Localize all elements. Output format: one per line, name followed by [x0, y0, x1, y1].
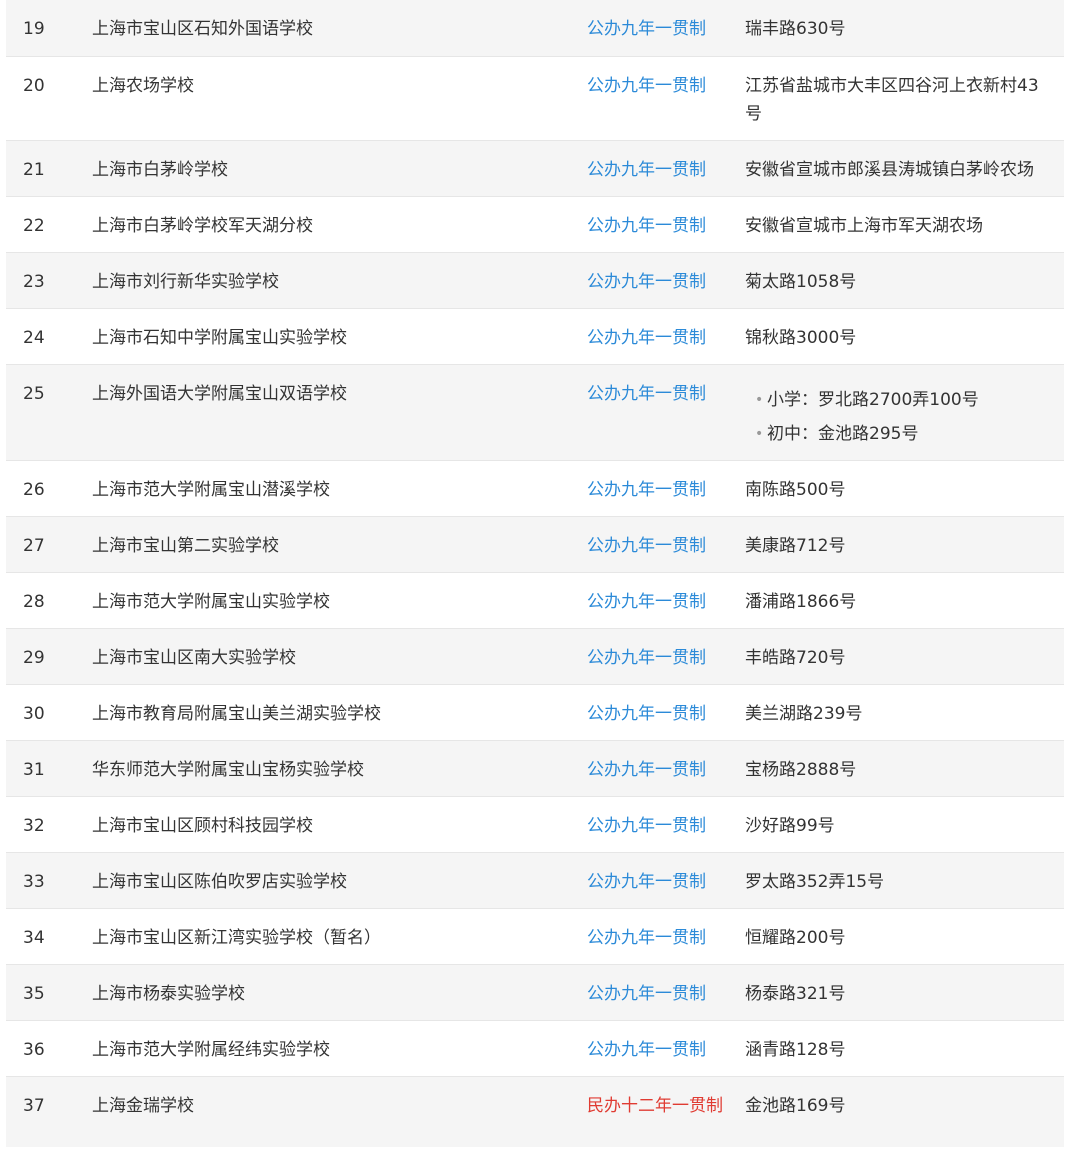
school-type: 公办九年一贯制	[580, 740, 745, 797]
school-type: 公办九年一贯制	[580, 628, 745, 685]
table-row: 23 上海市刘行新华实验学校 公办九年一贯制 菊太路1058号	[6, 252, 1064, 309]
school-address: 美康路712号	[745, 516, 1064, 573]
school-address: 小学：罗北路2700弄100号 初中：金池路295号	[745, 364, 1064, 461]
school-name: 上海市白茅岭学校军天湖分校	[92, 196, 580, 253]
school-address: 丰皓路720号	[745, 628, 1064, 685]
address-list-item: 初中：金池路295号	[755, 417, 1052, 451]
row-number: 36	[6, 1020, 92, 1077]
table-row: 26 上海市范大学附属宝山潜溪学校 公办九年一贯制 南陈路500号	[6, 460, 1064, 517]
school-name: 上海市宝山第二实验学校	[92, 516, 580, 573]
school-address: 江苏省盐城市大丰区四谷河上衣新村43号	[745, 56, 1064, 141]
row-number: 25	[6, 364, 92, 461]
table-row: 30 上海市教育局附属宝山美兰湖实验学校 公办九年一贯制 美兰湖路239号	[6, 684, 1064, 741]
school-name: 上海市教育局附属宝山美兰湖实验学校	[92, 684, 580, 741]
table-row: 31 华东师范大学附属宝山宝杨实验学校 公办九年一贯制 宝杨路2888号	[6, 740, 1064, 797]
table-row: 24 上海市石知中学附属宝山实验学校 公办九年一贯制 锦秋路3000号	[6, 308, 1064, 365]
school-name: 上海市宝山区南大实验学校	[92, 628, 580, 685]
school-address: 金池路169号	[745, 1076, 1064, 1147]
row-number: 22	[6, 196, 92, 253]
school-type: 民办十二年一贯制	[580, 1076, 745, 1147]
table-row: 35 上海市杨泰实验学校 公办九年一贯制 杨泰路321号	[6, 964, 1064, 1021]
school-name: 上海农场学校	[92, 56, 580, 141]
school-type: 公办九年一贯制	[580, 516, 745, 573]
table-row: 22 上海市白茅岭学校军天湖分校 公办九年一贯制 安徽省宣城市上海市军天湖农场	[6, 196, 1064, 253]
row-number: 37	[6, 1076, 92, 1147]
school-name: 上海市白茅岭学校	[92, 140, 580, 197]
school-address: 沙好路99号	[745, 796, 1064, 853]
school-address: 南陈路500号	[745, 460, 1064, 517]
school-address: 潘浦路1866号	[745, 572, 1064, 629]
table-row: 19 上海市宝山区石知外国语学校 公办九年一贯制 瑞丰路630号	[6, 0, 1064, 57]
school-table: 19 上海市宝山区石知外国语学校 公办九年一贯制 瑞丰路630号 20 上海农场…	[6, 0, 1064, 1147]
school-type: 公办九年一贯制	[580, 964, 745, 1021]
school-name: 上海市宝山区陈伯吹罗店实验学校	[92, 852, 580, 909]
school-type: 公办九年一贯制	[580, 460, 745, 517]
school-type: 公办九年一贯制	[580, 252, 745, 309]
table-row: 36 上海市范大学附属经纬实验学校 公办九年一贯制 涵青路128号	[6, 1020, 1064, 1077]
school-name: 上海市宝山区新江湾实验学校（暂名）	[92, 908, 580, 965]
school-type: 公办九年一贯制	[580, 908, 745, 965]
school-type: 公办九年一贯制	[580, 852, 745, 909]
table-row: 28 上海市范大学附属宝山实验学校 公办九年一贯制 潘浦路1866号	[6, 572, 1064, 629]
table-row: 25 上海外国语大学附属宝山双语学校 公办九年一贯制 小学：罗北路2700弄10…	[6, 364, 1064, 461]
school-name: 上海金瑞学校	[92, 1076, 580, 1147]
school-name: 上海市杨泰实验学校	[92, 964, 580, 1021]
school-address: 安徽省宣城市上海市军天湖农场	[745, 196, 1064, 253]
school-address: 涵青路128号	[745, 1020, 1064, 1077]
school-address: 罗太路352弄15号	[745, 852, 1064, 909]
school-address: 杨泰路321号	[745, 964, 1064, 1021]
row-number: 35	[6, 964, 92, 1021]
table-row: 33 上海市宝山区陈伯吹罗店实验学校 公办九年一贯制 罗太路352弄15号	[6, 852, 1064, 909]
row-number: 31	[6, 740, 92, 797]
school-name: 上海市范大学附属经纬实验学校	[92, 1020, 580, 1077]
row-number: 28	[6, 572, 92, 629]
school-address: 美兰湖路239号	[745, 684, 1064, 741]
school-name: 上海市宝山区顾村科技园学校	[92, 796, 580, 853]
school-name: 华东师范大学附属宝山宝杨实验学校	[92, 740, 580, 797]
school-type: 公办九年一贯制	[580, 140, 745, 197]
row-number: 26	[6, 460, 92, 517]
school-address: 安徽省宣城市郎溪县涛城镇白茅岭农场	[745, 140, 1064, 197]
school-name: 上海市刘行新华实验学校	[92, 252, 580, 309]
school-type: 公办九年一贯制	[580, 308, 745, 365]
table-row: 37 上海金瑞学校 民办十二年一贯制 金池路169号	[6, 1076, 1064, 1147]
row-number: 34	[6, 908, 92, 965]
school-type: 公办九年一贯制	[580, 684, 745, 741]
school-name: 上海市范大学附属宝山实验学校	[92, 572, 580, 629]
table-row: 20 上海农场学校 公办九年一贯制 江苏省盐城市大丰区四谷河上衣新村43号	[6, 56, 1064, 141]
row-number: 20	[6, 56, 92, 141]
school-name: 上海市石知中学附属宝山实验学校	[92, 308, 580, 365]
address-list-item: 小学：罗北路2700弄100号	[755, 383, 1052, 417]
school-type: 公办九年一贯制	[580, 364, 745, 461]
school-type: 公办九年一贯制	[580, 196, 745, 253]
row-number: 32	[6, 796, 92, 853]
school-address: 锦秋路3000号	[745, 308, 1064, 365]
address-list: 小学：罗北路2700弄100号 初中：金池路295号	[755, 383, 1052, 451]
school-name: 上海外国语大学附属宝山双语学校	[92, 364, 580, 461]
school-name: 上海市宝山区石知外国语学校	[92, 0, 580, 57]
school-type: 公办九年一贯制	[580, 0, 745, 57]
row-number: 33	[6, 852, 92, 909]
row-number: 19	[6, 0, 92, 57]
school-type: 公办九年一贯制	[580, 56, 745, 141]
table-row: 21 上海市白茅岭学校 公办九年一贯制 安徽省宣城市郎溪县涛城镇白茅岭农场	[6, 140, 1064, 197]
row-number: 23	[6, 252, 92, 309]
table-row: 29 上海市宝山区南大实验学校 公办九年一贯制 丰皓路720号	[6, 628, 1064, 685]
school-address: 菊太路1058号	[745, 252, 1064, 309]
row-number: 21	[6, 140, 92, 197]
school-type: 公办九年一贯制	[580, 572, 745, 629]
school-type: 公办九年一贯制	[580, 1020, 745, 1077]
table-row: 32 上海市宝山区顾村科技园学校 公办九年一贯制 沙好路99号	[6, 796, 1064, 853]
row-number: 30	[6, 684, 92, 741]
school-address: 恒耀路200号	[745, 908, 1064, 965]
school-name: 上海市范大学附属宝山潜溪学校	[92, 460, 580, 517]
table-row: 34 上海市宝山区新江湾实验学校（暂名） 公办九年一贯制 恒耀路200号	[6, 908, 1064, 965]
school-address: 瑞丰路630号	[745, 0, 1064, 57]
school-type: 公办九年一贯制	[580, 796, 745, 853]
row-number: 27	[6, 516, 92, 573]
row-number: 29	[6, 628, 92, 685]
table-row: 27 上海市宝山第二实验学校 公办九年一贯制 美康路712号	[6, 516, 1064, 573]
row-number: 24	[6, 308, 92, 365]
school-address: 宝杨路2888号	[745, 740, 1064, 797]
